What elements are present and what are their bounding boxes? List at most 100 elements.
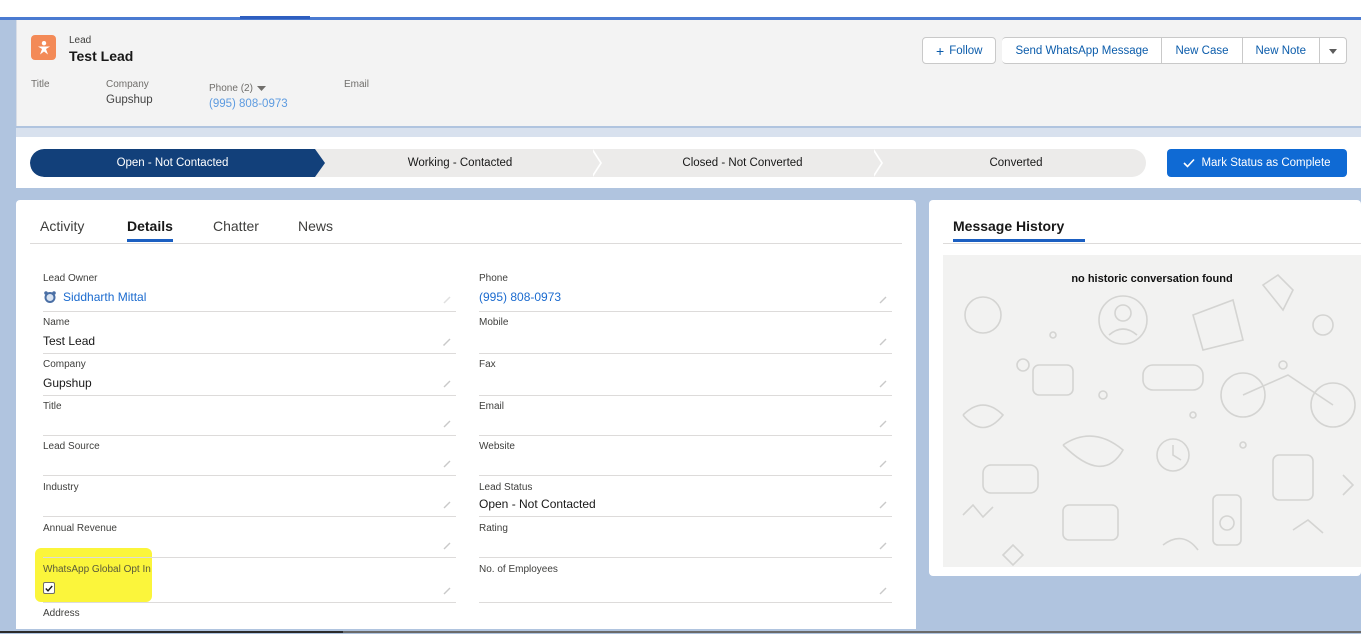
mark-status-complete-button[interactable]: Mark Status as Complete <box>1167 149 1347 177</box>
edit-pencil-icon[interactable] <box>442 500 452 510</box>
new-note-button[interactable]: New Note <box>1242 37 1320 64</box>
field-lead-source: Lead Source <box>43 438 456 476</box>
record-header: Lead Test Lead + Follow Send WhatsApp Me… <box>16 20 1361 126</box>
field-industry: Industry <box>43 479 456 517</box>
follow-button-label: Follow <box>949 44 983 57</box>
checkmark-icon <box>1183 158 1196 168</box>
chevron-down-icon[interactable] <box>256 85 266 92</box>
edit-pencil-icon[interactable] <box>442 337 452 347</box>
field-value <box>479 458 892 472</box>
lead-owner-value: Siddharth Mittal <box>43 290 456 304</box>
lead-person-icon <box>31 35 56 60</box>
path-stage-open[interactable]: Open - Not Contacted <box>30 149 315 177</box>
field-label: No. of Employees <box>479 564 558 575</box>
more-actions-button[interactable] <box>1320 37 1347 64</box>
field-label: Lead Owner <box>43 273 98 284</box>
field-rating: Rating <box>479 520 892 558</box>
header-top: Lead Test Lead + Follow Send WhatsApp Me… <box>17 20 1361 67</box>
edit-pencil-icon[interactable] <box>878 379 888 389</box>
edit-pencil-icon[interactable] <box>878 459 888 469</box>
path-stage-working[interactable]: Working - Contacted <box>325 149 595 177</box>
field-label: Rating <box>479 523 508 534</box>
field-value <box>479 334 892 348</box>
edit-pencil-icon[interactable] <box>442 419 452 429</box>
active-tab-indicator <box>240 16 310 19</box>
field-label: Name <box>43 317 70 328</box>
highlight-title: Title <box>31 79 50 90</box>
field-label: Lead Source <box>43 441 100 452</box>
whatsapp-opt-in-checkbox[interactable] <box>43 582 55 594</box>
field-value <box>479 418 892 432</box>
edit-pencil-icon[interactable] <box>442 379 452 389</box>
field-company: Company Gupshup <box>43 356 456 396</box>
object-type-label: Lead <box>69 35 92 46</box>
field-value <box>479 540 892 554</box>
lead-owner-link[interactable]: Siddharth Mittal <box>63 290 146 304</box>
field-website: Website <box>479 438 892 476</box>
field-label: Title <box>43 401 62 412</box>
field-value <box>43 540 456 554</box>
user-avatar-icon <box>44 291 56 303</box>
field-value <box>43 418 456 432</box>
top-band <box>0 0 1361 18</box>
highlight-phone-link[interactable]: (995) 808-0973 <box>209 98 288 110</box>
highlights-panel: Title Company Gupshup Phone (2) (995) 80… <box>17 67 1361 126</box>
field-value: Open - Not Contacted <box>479 497 596 511</box>
new-case-button[interactable]: New Case <box>1162 37 1243 64</box>
message-history-tabbar: Message History <box>943 218 1361 244</box>
highlight-phone-label: Phone (2) <box>209 83 253 94</box>
path-separator-fill <box>872 149 881 177</box>
header-actions: + Follow Send WhatsApp Message New Case … <box>922 37 1347 64</box>
highlight-email-label: Email <box>344 79 370 90</box>
field-whatsapp-opt-in: WhatsApp Global Opt In <box>43 561 456 603</box>
edit-pencil-icon[interactable] <box>878 500 888 510</box>
edit-pencil-icon[interactable] <box>442 541 452 551</box>
field-label: Lead Status <box>479 482 533 493</box>
field-label: WhatsApp Global Opt In <box>43 564 151 575</box>
highlight-company-label: Company <box>106 79 149 90</box>
tab-news[interactable]: News <box>298 218 333 241</box>
field-label: Company <box>43 359 86 370</box>
edit-pencil-icon[interactable] <box>878 541 888 551</box>
field-value <box>43 582 456 596</box>
follow-button[interactable]: + Follow <box>922 37 997 64</box>
tab-activity[interactable]: Activity <box>40 218 84 241</box>
field-label: Annual Revenue <box>43 523 117 534</box>
field-value <box>43 458 456 472</box>
edit-pencil-icon[interactable] <box>878 419 888 429</box>
bottom-scroll-edge <box>0 627 1361 634</box>
edit-pencil-icon[interactable] <box>878 337 888 347</box>
phone-link[interactable]: (995) 808-0973 <box>479 290 892 304</box>
field-title: Title <box>43 398 456 436</box>
highlight-title-label: Title <box>31 79 50 90</box>
mark-status-complete-label: Mark Status as Complete <box>1201 157 1331 169</box>
field-annual-revenue: Annual Revenue <box>43 520 456 558</box>
empty-history-text: no historic conversation found <box>1071 273 1233 285</box>
send-whatsapp-button[interactable]: Send WhatsApp Message <box>1002 37 1163 64</box>
field-label: Email <box>479 401 505 412</box>
field-label: Address <box>43 608 80 619</box>
field-label: Fax <box>479 359 496 370</box>
path-separator-fill <box>591 149 600 177</box>
change-owner-icon[interactable] <box>442 295 452 305</box>
field-phone: Phone (995) 808-0973 <box>479 270 892 312</box>
tab-chatter[interactable]: Chatter <box>213 218 259 241</box>
edit-pencil-icon[interactable] <box>442 459 452 469</box>
path-stage-closed[interactable]: Closed - Not Converted <box>605 149 880 177</box>
tab-details[interactable]: Details <box>127 218 173 242</box>
field-value <box>479 581 892 595</box>
highlight-company-value: Gupshup <box>106 94 153 106</box>
field-lead-status: Lead Status Open - Not Contacted <box>479 479 892 517</box>
field-label: Mobile <box>479 317 509 328</box>
field-lead-owner: Lead Owner Siddharth Mittal <box>43 270 456 312</box>
tab-message-history[interactable]: Message History <box>953 218 1085 242</box>
details-panel: Activity Details Chatter News Lead Owner… <box>16 200 916 634</box>
field-fax: Fax <box>479 356 892 396</box>
edit-pencil-icon[interactable] <box>878 295 888 305</box>
path-stage-converted[interactable]: Converted <box>886 149 1146 177</box>
field-label: Phone <box>479 273 508 284</box>
message-history-panel: Message History no historic conversation… <box>929 200 1361 576</box>
record-tabs: Activity Details Chatter News <box>30 218 902 244</box>
edit-pencil-icon[interactable] <box>878 586 888 596</box>
edit-pencil-icon[interactable] <box>442 586 452 596</box>
